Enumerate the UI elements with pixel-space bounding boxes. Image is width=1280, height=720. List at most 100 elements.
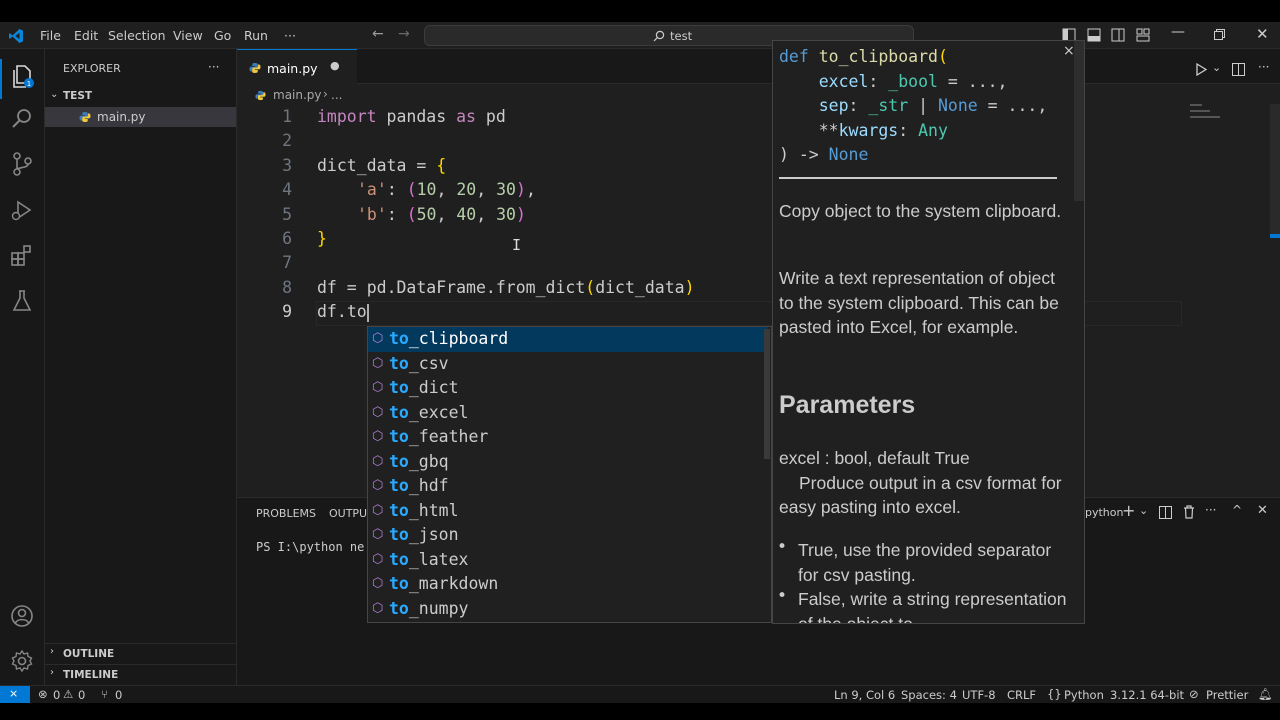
suggest-scrollbar[interactable] — [764, 329, 770, 459]
editor-scrollbar[interactable] — [1270, 104, 1280, 234]
maximize-panel-icon[interactable]: ^ — [1232, 503, 1242, 517]
encoding[interactable]: UTF-8 — [962, 688, 996, 702]
suggest-item[interactable]: ⬡ to_csv — [368, 352, 768, 377]
title-bar: File Edit Selection View Go Run ··· ← → … — [0, 22, 1280, 49]
outline-section[interactable]: › OUTLINE — [45, 643, 236, 663]
errors-icon[interactable]: ⊗ — [38, 687, 48, 701]
code-line-8[interactable]: df = pd.DataFrame.from_dict(dict_data) — [317, 276, 695, 300]
restore-icon[interactable] — [1214, 29, 1225, 40]
folder-test[interactable]: ⌄ TEST — [45, 87, 236, 107]
token-operator: = — [406, 155, 437, 175]
menu-file[interactable]: File — [40, 28, 61, 43]
account-icon[interactable] — [8, 602, 36, 630]
python-interpreter[interactable]: 3.12.1 64-bit — [1110, 688, 1184, 702]
testing-flask-icon[interactable] — [8, 287, 36, 315]
language-mode[interactable]: Python — [1064, 688, 1104, 702]
cursor-position[interactable]: Ln 9, Col 6 — [834, 688, 895, 702]
forward-arrow-icon[interactable]: → — [398, 26, 410, 42]
toggle-secondary-sidebar-icon[interactable] — [1111, 28, 1125, 42]
code-line-9[interactable]: df.to — [317, 300, 367, 324]
suggest-item[interactable]: ⬡ to_latex — [368, 548, 768, 573]
source-control-icon[interactable] — [8, 150, 36, 178]
ports-icon[interactable]: ⑂ — [101, 687, 108, 701]
indentation[interactable]: Spaces: 4 — [901, 688, 957, 702]
file-main-py[interactable]: main.py — [45, 107, 236, 127]
code-line-1[interactable]: import pandas as pd — [317, 105, 506, 129]
code-line-3[interactable]: dict_data = { — [317, 154, 446, 178]
run-debug-icon[interactable] — [8, 196, 36, 224]
split-terminal-icon[interactable] — [1159, 506, 1172, 519]
prettier-status[interactable]: Prettier — [1206, 688, 1248, 702]
token-number: 10 — [416, 180, 437, 200]
search-icon[interactable] — [8, 105, 36, 133]
terminal-dropdown-chevron-icon[interactable]: ⌄ — [1139, 504, 1148, 517]
errors-count[interactable]: 0 — [53, 688, 60, 702]
tab-problems[interactable]: PROBLEMS — [256, 507, 316, 520]
unsaved-dot-icon[interactable]: ● — [330, 59, 340, 72]
menu-go[interactable]: Go — [214, 28, 231, 43]
token-module: pandas — [376, 107, 457, 126]
menu-run[interactable]: Run — [244, 28, 268, 43]
customize-layout-icon[interactable] — [1136, 28, 1150, 42]
menu-edit[interactable]: Edit — [74, 28, 98, 43]
warnings-icon[interactable]: ⚠ — [63, 687, 73, 701]
token-class: DataFrame — [396, 277, 486, 297]
explorer-icon[interactable]: 1 — [8, 62, 36, 90]
timeline-section[interactable]: › TIMELINE — [45, 664, 236, 684]
menu-view[interactable]: View — [173, 28, 203, 43]
suggest-item[interactable]: ⬡ to_numpy — [368, 597, 768, 622]
suggest-label: to_hdf — [389, 476, 449, 495]
terminal-shell-label[interactable]: python — [1085, 506, 1123, 519]
suggest-item[interactable]: ⬡ to_json — [368, 523, 768, 548]
suggest-item[interactable]: ⬡ to_dict — [368, 376, 768, 401]
ports-count[interactable]: 0 — [115, 688, 122, 702]
toggle-panel-icon[interactable] — [1087, 28, 1101, 42]
breadcrumb-symbol[interactable]: ... — [331, 88, 342, 102]
menu-more[interactable]: ··· — [284, 28, 296, 43]
doc-bullet-true: True, use the provided separator for csv… — [798, 540, 1052, 585]
token-punct: , — [476, 180, 497, 200]
autocomplete-suggest-widget[interactable]: ⬡ to_clipboard ⬡ to_csv ⬡ to_dict ⬡ to_excel… — [367, 326, 772, 623]
token-operator: = — [336, 277, 367, 297]
close-panel-icon[interactable]: ✕ — [1257, 503, 1268, 518]
minimize-icon[interactable]: — — [1171, 24, 1185, 40]
notifications-bell-icon[interactable]: 🔔︎ — [1258, 687, 1273, 701]
line-ending[interactable]: CRLF — [1007, 688, 1036, 702]
close-details-icon[interactable]: × — [1063, 43, 1075, 59]
close-window-icon[interactable]: ✕ — [1256, 25, 1269, 43]
minimap-line — [1190, 110, 1210, 112]
new-terminal-plus-icon[interactable]: + — [1122, 501, 1135, 520]
minimap-line — [1190, 116, 1220, 118]
tab-main-py[interactable]: main.py ● — [237, 49, 357, 84]
suggest-item-selected[interactable]: ⬡ to_clipboard — [368, 327, 768, 352]
panel-more-icon[interactable]: ··· — [1205, 503, 1216, 517]
back-arrow-icon[interactable]: ← — [372, 26, 384, 42]
active-indicator — [0, 59, 2, 99]
code-line-5[interactable]: 'b': (50, 40, 30) — [357, 203, 526, 227]
breadcrumb-file[interactable]: main.py — [273, 88, 322, 102]
suggest-item[interactable]: ⬡ to_gbq — [368, 450, 768, 475]
token-punct: . — [386, 277, 397, 297]
python-file-icon — [79, 112, 91, 122]
suggest-item[interactable]: ⬡ to_excel — [368, 401, 768, 426]
suggest-item[interactable]: ⬡ to_html — [368, 499, 768, 524]
split-editor-icon[interactable] — [1232, 63, 1245, 76]
details-scrollbar[interactable] — [1074, 41, 1084, 201]
suggest-item[interactable]: ⬡ to_hdf — [368, 474, 768, 499]
trash-icon[interactable] — [1183, 505, 1195, 519]
terminal-prompt[interactable]: PS I:\python ne — [256, 540, 364, 554]
extensions-icon[interactable] — [8, 242, 36, 270]
suggest-item[interactable]: ⬡ to_feather — [368, 425, 768, 450]
run-file-icon[interactable] — [1195, 63, 1207, 76]
warnings-count[interactable]: 0 — [78, 688, 85, 702]
run-dropdown-chevron-icon[interactable]: ⌄ — [1212, 61, 1221, 74]
suggest-item[interactable]: ⬡ to_markdown — [368, 572, 768, 597]
sidebar-more-icon[interactable]: ··· — [208, 60, 219, 74]
settings-gear-icon[interactable] — [8, 647, 36, 675]
code-line-6[interactable]: } — [317, 227, 327, 251]
editor-more-icon[interactable]: ··· — [1258, 60, 1269, 74]
token-punct: . — [336, 302, 347, 322]
menu-selection[interactable]: Selection — [108, 28, 166, 43]
remote-indicator[interactable]: ⨯ — [0, 686, 30, 704]
code-line-4[interactable]: 'a': (10, 20, 30), — [357, 178, 536, 202]
